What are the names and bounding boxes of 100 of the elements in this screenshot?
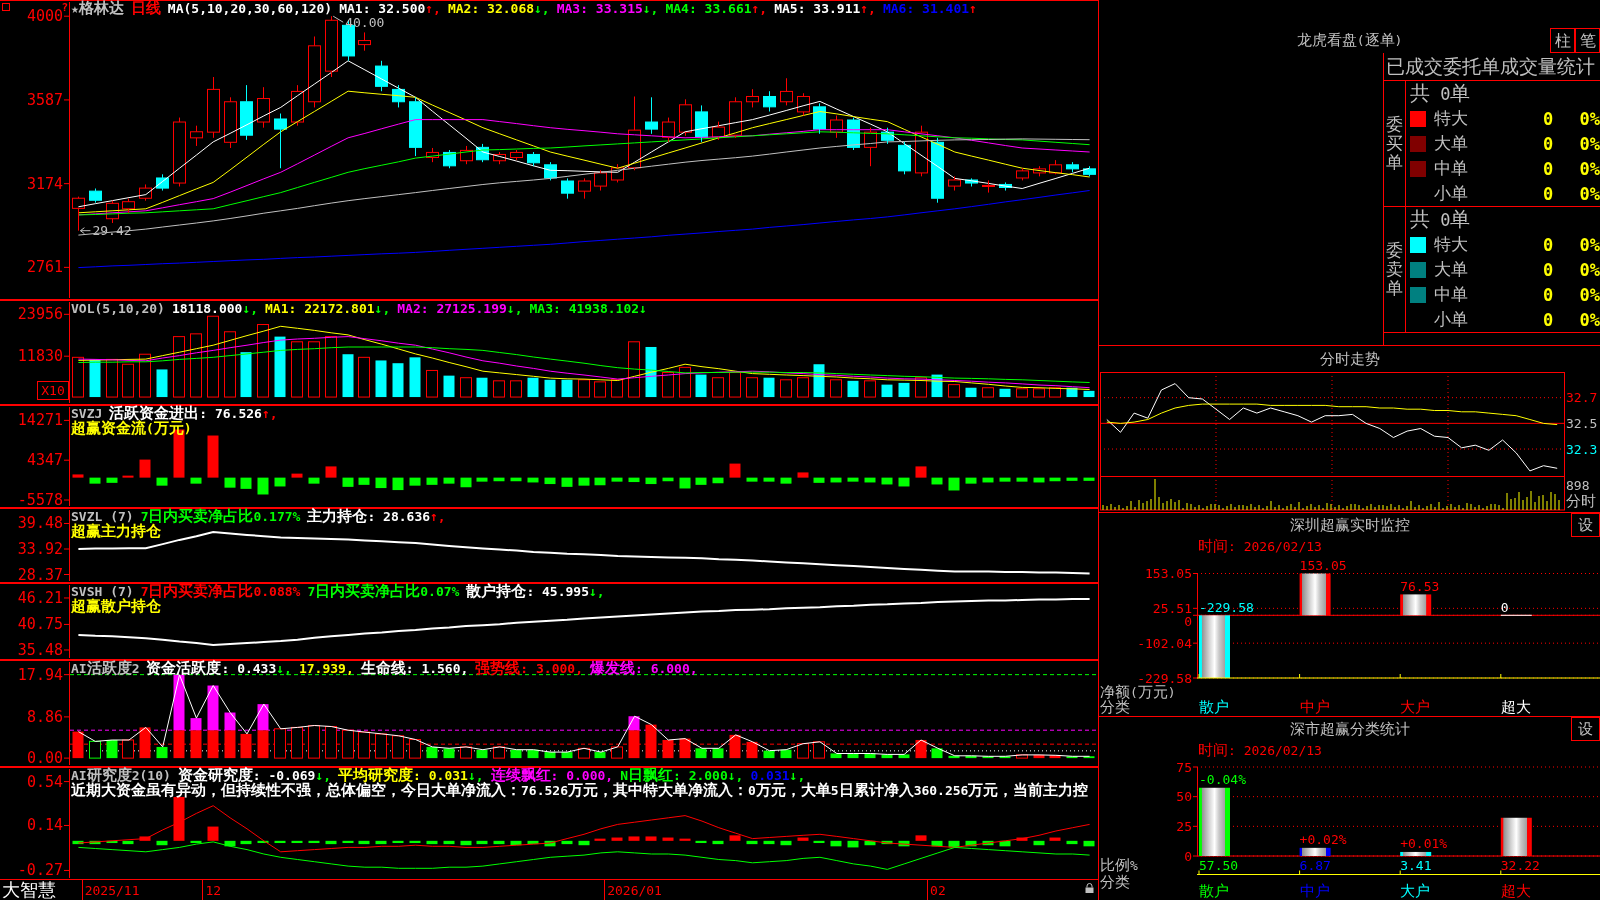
- axis-title: 比例%: [1100, 856, 1138, 874]
- category-label: 散户: [1199, 882, 1229, 900]
- trend-mark: ↑,: [261, 406, 278, 421]
- value-label: 32.22: [1500, 857, 1540, 873]
- trend-mark: ↓,: [242, 301, 259, 316]
- axis-label: 46.21: [17, 588, 63, 607]
- axis-label: 32.3: [1566, 441, 1598, 457]
- trend-mark: ↓,: [642, 1, 659, 16]
- axis-label: 40.75: [17, 615, 63, 634]
- header-text: SVSH (7): [71, 584, 134, 599]
- date-label: 2026/01: [607, 882, 662, 898]
- header-text: N日飘红: 2.000: [620, 768, 728, 783]
- question-mark: ?: [61, 1, 68, 14]
- change-label: +0.01%: [1400, 836, 1448, 852]
- count-value: 0: [1542, 108, 1554, 129]
- percent-value: 0%: [1579, 284, 1600, 305]
- header-text: 资金活跃度: 0.433: [146, 661, 277, 676]
- percent-value: 0%: [1579, 259, 1600, 280]
- axis-label: 2761: [26, 258, 63, 277]
- panel-title: 深圳超赢实时监控: [1289, 515, 1410, 535]
- axis-label: 153.05: [1145, 566, 1192, 581]
- axis-caption: 分时: [1566, 492, 1596, 510]
- axis-label: 3174: [26, 174, 63, 193]
- count-value: 0: [1542, 158, 1554, 179]
- percent-value: 0%: [1579, 183, 1600, 204]
- axis-label: 33.92: [17, 540, 63, 558]
- count-value: 0: [1542, 284, 1554, 305]
- axis-label: 32.7: [1566, 390, 1598, 406]
- trend-mark: ↑,: [425, 1, 441, 16]
- trend-mark: ↑,: [751, 1, 768, 16]
- axis-label: 25.51: [1152, 600, 1192, 616]
- axis-label: 898: [1566, 477, 1590, 493]
- percent-value: 0%: [1579, 158, 1600, 179]
- axis-label: 35.48: [17, 640, 63, 659]
- value-label: 6.87: [1299, 857, 1331, 873]
- header-text: MA1: 32.500: [339, 1, 426, 16]
- trend-mark: ↓,: [506, 301, 523, 316]
- header-text: 0.031: [750, 768, 790, 783]
- axis-label: 0: [1184, 613, 1192, 629]
- header-text: 活跃资金进出: 76.526: [109, 406, 262, 421]
- trend-mark: ↑: [969, 1, 977, 16]
- header-text: 散户持仓: 45.995: [466, 584, 589, 599]
- scale-label: X10: [37, 381, 69, 400]
- trend-mark: ↑,: [430, 509, 446, 524]
- row-label: 小单: [1434, 182, 1468, 205]
- header-text: 平均研究度: 0.031: [338, 768, 468, 783]
- axis-label: 17.94: [17, 665, 63, 684]
- header-text: 生命线: 1.560,: [360, 661, 469, 676]
- header-text: MA4: 33.661: [665, 1, 752, 16]
- axis-label: 39.48: [17, 514, 63, 533]
- header-text: 超赢主力持仓: [71, 524, 161, 539]
- row-label: 大单: [1434, 258, 1468, 281]
- axis-label: 3587: [26, 90, 63, 109]
- header-text: 连续飘红: 0.000,: [490, 768, 614, 783]
- trend-mark: ↓,: [315, 768, 332, 783]
- panel-title: 龙虎看盘(逐单): [1296, 31, 1403, 50]
- header-text: MA5: 33.911: [774, 1, 861, 16]
- header-text: MA3: 41938.102: [529, 301, 640, 316]
- trend-mark: ↑,: [860, 1, 876, 16]
- axis-label: 14271: [17, 411, 63, 430]
- trend-mark: ↓,: [589, 584, 605, 599]
- category-label: 中户: [1299, 882, 1330, 900]
- header-text: SVZL (7): [71, 509, 134, 524]
- category-label: 超大: [1500, 698, 1531, 716]
- total-label: 共 0单: [1410, 207, 1471, 233]
- axis-label: 0: [1184, 848, 1192, 864]
- trend-mark: ↓,: [276, 661, 292, 676]
- value-label: 0: [1500, 599, 1509, 615]
- trend-mark: ↓: [639, 301, 647, 316]
- header-text: MA3: 33.315: [556, 1, 643, 16]
- percent-value: 0%: [1579, 108, 1600, 129]
- header-text: 资金研究度: -0.069: [177, 768, 316, 783]
- axis-label: 25: [1176, 818, 1192, 834]
- table-title: 已成交委托单成交量统计: [1384, 53, 1600, 81]
- trend-mark: ↓,: [374, 301, 391, 316]
- group-label: 委卖单: [1386, 241, 1403, 298]
- header-text: MA2: 27125.199: [397, 301, 507, 316]
- axis-label: 11830: [17, 347, 63, 366]
- axis-label: 32.5: [1566, 415, 1598, 431]
- row-label: 特大: [1434, 107, 1468, 130]
- header-text: MA2: 32.068: [447, 1, 535, 16]
- trend-mark: ↓,: [534, 1, 550, 16]
- header-text: 强势线: 3.000,: [475, 661, 583, 676]
- value-label: 76.53: [1400, 578, 1440, 594]
- header-text: 主力持仓: 28.636: [307, 509, 431, 524]
- axis-label: 0.00: [26, 749, 63, 767]
- header-text: MA6: 31.401: [882, 1, 970, 16]
- panel-title: 深市超赢分类统计: [1289, 719, 1410, 739]
- count-value: 0: [1542, 309, 1554, 330]
- total-label: 共 0单: [1410, 81, 1471, 107]
- row-label: 中单: [1434, 283, 1468, 306]
- price-label: 40.00: [332, 14, 385, 30]
- time-label: 时间: 2026/02/13: [1198, 536, 1322, 556]
- axis-label: -229.58: [1137, 670, 1192, 686]
- category-label: 超大: [1500, 882, 1531, 900]
- header-text: ★格林达: [71, 1, 124, 16]
- header-text: 17.939,: [298, 661, 354, 676]
- row-label: 中单: [1434, 157, 1468, 180]
- percent-value: 0%: [1579, 133, 1600, 154]
- count-value: 0: [1542, 183, 1554, 204]
